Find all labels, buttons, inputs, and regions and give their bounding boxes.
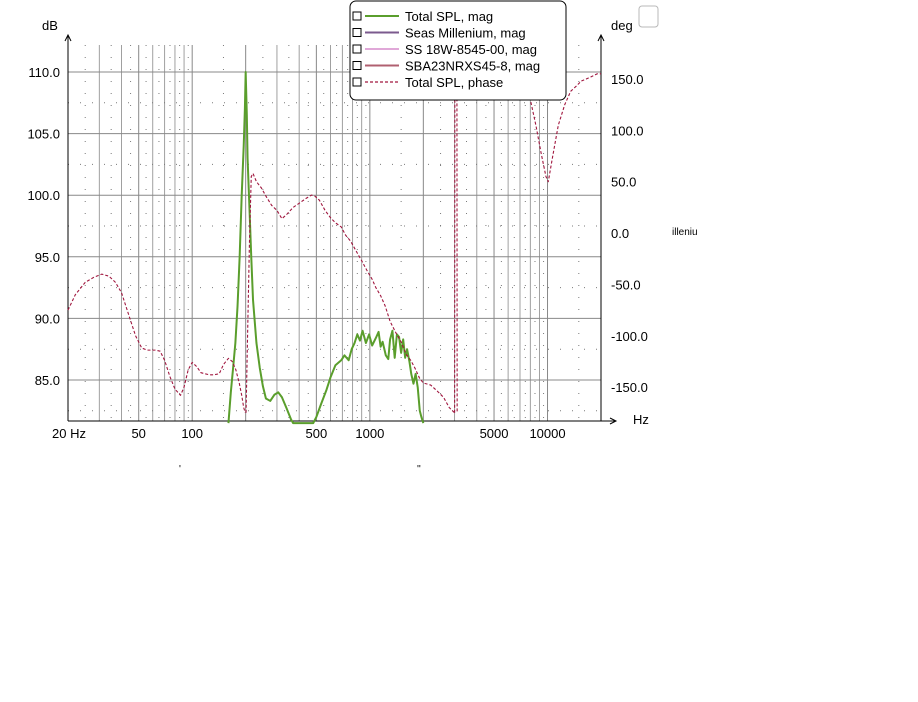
y-left-tick-label: 105.0 bbox=[27, 127, 60, 142]
right-unit-label: deg bbox=[611, 18, 633, 33]
legend-entry-label: Total SPL, mag bbox=[405, 9, 493, 24]
y-right-tick-label: 50.0 bbox=[611, 175, 636, 190]
clipped-label: illeniu bbox=[672, 227, 698, 238]
left-unit-label: dB bbox=[42, 18, 58, 33]
plot-grid bbox=[67, 45, 602, 421]
y-right-tick-label: 0.0 bbox=[611, 226, 629, 241]
series-line bbox=[227, 71, 425, 425]
legend-checkbox[interactable] bbox=[352, 44, 362, 54]
tick-labels: 110.0 105.0 100.0 95.0 90.0 85.0 150.0 100.0 50.… bbox=[27, 65, 647, 441]
x-tick-label: 5000 bbox=[480, 426, 509, 441]
series-line bbox=[67, 273, 246, 413]
legend-checkbox[interactable] bbox=[352, 61, 362, 70]
y-right-tick-label: -100.0 bbox=[611, 329, 648, 344]
corner-checkbox[interactable] bbox=[638, 5, 659, 28]
legend-entry-label: Total SPL, phase bbox=[405, 75, 503, 90]
series-layer bbox=[67, 48, 601, 425]
y-left-tick-label: 110.0 bbox=[28, 65, 60, 80]
y-left-tick-label: 100.0 bbox=[27, 188, 60, 203]
y-right-tick-label: -50.0 bbox=[611, 277, 641, 292]
y-right-tick-label: 100.0 bbox=[611, 123, 644, 138]
y-right-tick-label: 150.0 bbox=[611, 72, 644, 87]
legend-entry-label: Seas Millenium, mag bbox=[405, 26, 526, 41]
x-tick-label: 20 Hz bbox=[52, 426, 86, 441]
legend-entry-label: SBA23NRXS45-8, mag bbox=[405, 59, 540, 74]
x-tick-label: 100 bbox=[181, 426, 203, 441]
y-left-tick-label: 85.0 bbox=[35, 373, 60, 388]
x-tick-label: 50 bbox=[131, 426, 145, 441]
y-left-tick-label: 95.0 bbox=[35, 250, 60, 265]
legend-entry-label: SS 18W-8545-00, mag bbox=[405, 42, 537, 57]
stray-tick-mark: '' bbox=[417, 464, 421, 475]
legend-checkbox[interactable] bbox=[352, 77, 362, 87]
legend: Total SPL, mag Seas Millenium, magSS 18W-… bbox=[349, 0, 567, 101]
legend-checkbox[interactable] bbox=[352, 28, 362, 37]
x-tick-label: 500 bbox=[306, 426, 328, 441]
y-right-tick-label: -150.0 bbox=[611, 380, 648, 395]
x-tick-label: 10000 bbox=[529, 426, 565, 441]
y-left-tick-label: 90.0 bbox=[35, 311, 60, 326]
x-unit-label: Hz bbox=[633, 412, 649, 427]
stray-tick-mark: ' bbox=[179, 464, 181, 475]
frequency-response-chart: 110.0 105.0 100.0 95.0 90.0 85.0 150.0 100.0 50.… bbox=[27, 0, 698, 475]
legend-checkbox[interactable] bbox=[352, 11, 362, 21]
x-tick-label: 1000 bbox=[355, 426, 384, 441]
